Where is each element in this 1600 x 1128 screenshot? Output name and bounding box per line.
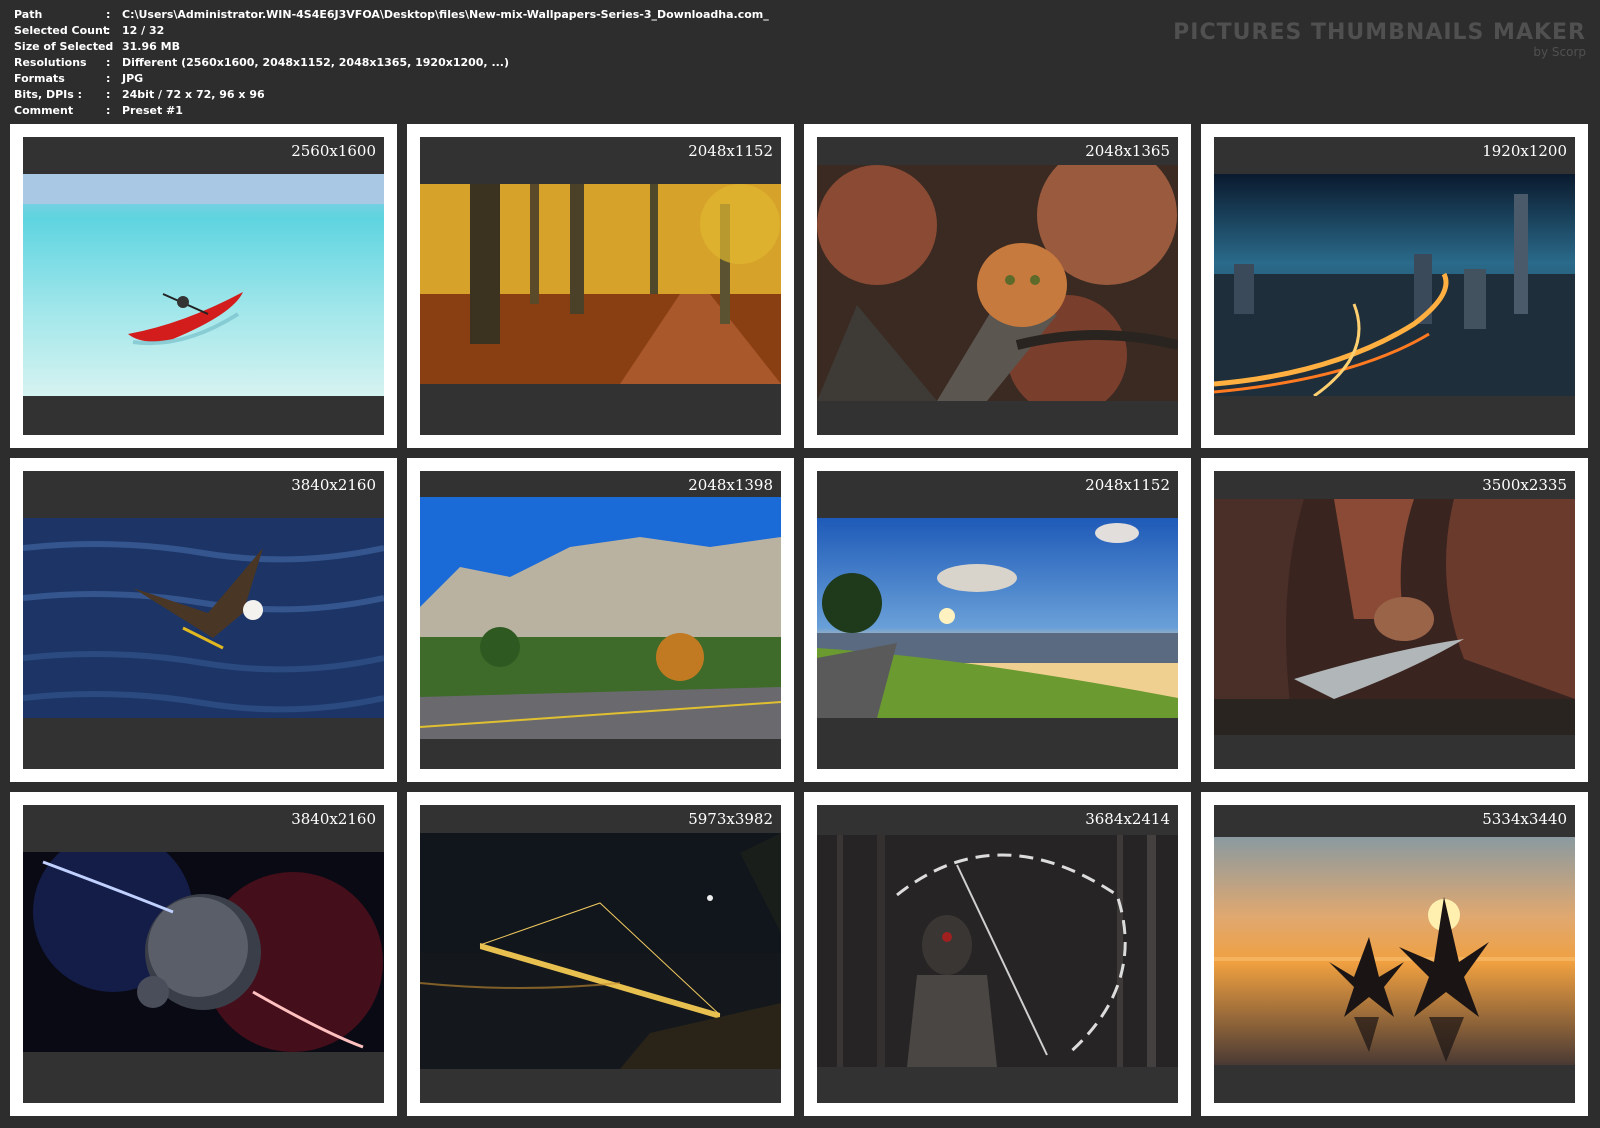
eagle-image (23, 518, 384, 718)
thumbnail-frame: 2048x1398 (420, 471, 781, 769)
brand-title: PICTURES THUMBNAILS MAKER (1173, 20, 1586, 45)
thumbnail-frame: 3840x2160 (23, 805, 384, 1103)
info-label: Comment (14, 104, 74, 117)
thumbnail-image[interactable] (817, 835, 1178, 1067)
resolution-label: 1920x1200 (1482, 142, 1567, 160)
thumbnail-card[interactable]: 5973x3982 (407, 792, 794, 1116)
thumbnail-card[interactable]: 2048x1152 (407, 124, 794, 448)
info-row-bits-dpis: Bits, DPIs : : 24bit / 72 x 72, 96 x 96 (14, 87, 769, 103)
thumbnail-image[interactable] (1214, 499, 1575, 735)
info-label: Selected Count (14, 24, 109, 37)
info-separator: : (106, 104, 111, 117)
canyon-image (1214, 499, 1575, 735)
info-value: JPG (122, 72, 144, 85)
thumbnail-frame: 2560x1600 (23, 137, 384, 435)
info-row-size: Size of Selected : 31.96 MB (14, 39, 769, 55)
thumbnail-frame: 2048x1365 (817, 137, 1178, 435)
thumbnail-image[interactable] (23, 174, 384, 396)
resolution-label: 5334x3440 (1482, 810, 1567, 828)
thumbnail-frame: 5334x3440 (1214, 805, 1575, 1103)
kayak-image (23, 174, 384, 396)
thumbnail-card[interactable]: 2048x1152 (804, 458, 1191, 782)
cliffs-image (420, 497, 781, 739)
info-value: Preset #1 (122, 104, 183, 117)
brand-subtitle: by Scorp (1533, 45, 1586, 59)
file-info-panel: Path : C:\Users\Administrator.WIN-4S4E6J… (14, 7, 769, 119)
thumbnail-image[interactable] (817, 518, 1178, 718)
info-row-formats: Formats : JPG (14, 71, 769, 87)
info-separator: : (106, 8, 111, 21)
info-row-selected-count: Selected Count : 12 / 32 (14, 23, 769, 39)
city-image (1214, 174, 1575, 396)
starfish-image (1214, 837, 1575, 1065)
info-label: Size of Selected (14, 40, 114, 53)
info-value: C:\Users\Administrator.WIN-4S4E6J3VFOA\D… (122, 8, 769, 21)
info-separator: : (106, 40, 111, 53)
info-value: 12 / 32 (122, 24, 165, 37)
thumbnail-card[interactable]: 3684x2414 (804, 792, 1191, 1116)
info-row-path: Path : C:\Users\Administrator.WIN-4S4E6J… (14, 7, 769, 23)
resolution-label: 2048x1365 (1085, 142, 1170, 160)
forest-image (420, 184, 781, 384)
night-bridge-image (420, 833, 781, 1069)
info-row-resolutions: Resolutions : Different (2560x1600, 2048… (14, 55, 769, 71)
thumbnail-image[interactable] (23, 518, 384, 718)
thumbnail-card[interactable]: 2048x1398 (407, 458, 794, 782)
resolution-label: 3500x2335 (1482, 476, 1567, 494)
resolution-label: 3840x2160 (291, 810, 376, 828)
resolution-label: 2048x1152 (688, 142, 773, 160)
info-label: Bits, DPIs : (14, 88, 83, 101)
warrior-image (817, 835, 1178, 1067)
info-label: Resolutions (14, 56, 87, 69)
info-label: Path (14, 8, 43, 21)
thumbnail-frame: 3684x2414 (817, 805, 1178, 1103)
thumbnail-grid: 2560x1600 2048x1152 2048x1365 1920x1200 … (10, 124, 1588, 1116)
thumbnail-image[interactable] (420, 184, 781, 384)
thumbnail-frame: 5973x3982 (420, 805, 781, 1103)
thumbnail-frame: 2048x1152 (420, 137, 781, 435)
thumbnail-frame: 2048x1152 (817, 471, 1178, 769)
thumbnail-card[interactable]: 3500x2335 (1201, 458, 1588, 782)
brand-watermark: PICTURES THUMBNAILS MAKER by Scorp (1173, 20, 1586, 58)
resolution-label: 5973x3982 (688, 810, 773, 828)
thumbnail-card[interactable]: 5334x3440 (1201, 792, 1588, 1116)
thumbnail-image[interactable] (420, 833, 781, 1069)
thumbnail-frame: 1920x1200 (1214, 137, 1575, 435)
thumbnail-card[interactable]: 1920x1200 (1201, 124, 1588, 448)
resolution-label: 3840x2160 (291, 476, 376, 494)
info-separator: : (106, 24, 111, 37)
thumbnail-card[interactable]: 2560x1600 (10, 124, 397, 448)
sunset-hill-image (817, 518, 1178, 718)
thumbnail-card[interactable]: 2048x1365 (804, 124, 1191, 448)
resolution-label: 2560x1600 (291, 142, 376, 160)
resolution-label: 2048x1152 (1085, 476, 1170, 494)
info-row-comment: Comment : Preset #1 (14, 103, 769, 119)
thumbnail-card[interactable]: 3840x2160 (10, 792, 397, 1116)
thumbnail-card[interactable]: 3840x2160 (10, 458, 397, 782)
thumbnail-frame: 3840x2160 (23, 471, 384, 769)
info-separator: : (106, 56, 111, 69)
info-separator: : (106, 72, 111, 85)
info-value: 24bit / 72 x 72, 96 x 96 (122, 88, 265, 101)
info-label: Formats (14, 72, 65, 85)
thumbnail-image[interactable] (817, 165, 1178, 401)
thumbnail-frame: 3500x2335 (1214, 471, 1575, 769)
thumbnail-image[interactable] (23, 852, 384, 1052)
thumbnail-image[interactable] (1214, 837, 1575, 1065)
resolution-label: 2048x1398 (688, 476, 773, 494)
resolution-label: 3684x2414 (1085, 810, 1170, 828)
info-value: Different (2560x1600, 2048x1152, 2048x13… (122, 56, 510, 69)
info-value: 31.96 MB (122, 40, 180, 53)
thumbnail-image[interactable] (1214, 174, 1575, 396)
thumbnail-image[interactable] (420, 497, 781, 739)
cat-tree-image (817, 165, 1178, 401)
info-separator: : (106, 88, 111, 101)
planets-image (23, 852, 384, 1052)
